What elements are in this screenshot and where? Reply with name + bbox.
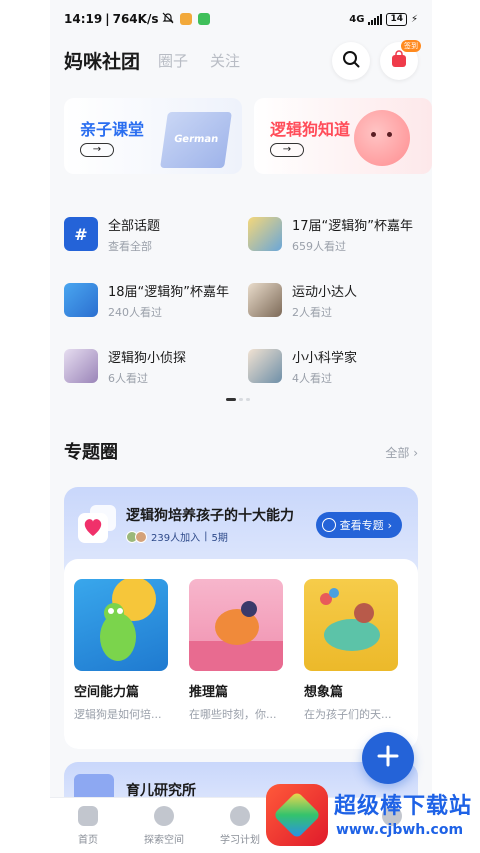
topic-item[interactable]: 小小科学家 4人看过	[248, 344, 418, 388]
subtopic-card[interactable]: 想象篇 在为孩子们的天...	[304, 579, 400, 722]
arrow-right-icon: →	[80, 143, 114, 157]
nav-label: 探索空间	[144, 835, 184, 846]
topic-thumbnail	[248, 349, 282, 383]
subtopic-desc: 在哪些时刻，你...	[189, 708, 277, 721]
status-speed: 764K/s	[112, 12, 159, 26]
hearts-icon	[74, 503, 120, 547]
banner-logic-dog[interactable]: 逻辑狗知道 →	[254, 98, 432, 174]
network-label: 4G	[349, 13, 365, 25]
nav-item-home[interactable]: 首页	[50, 798, 126, 853]
subtopic-desc: 逻辑狗是如何培...	[74, 708, 162, 721]
circle-card[interactable]: 逻辑狗培养孩子的十大能力 239人加入 | 5期 查看专题 › 空间能力篇 逻辑…	[64, 487, 418, 749]
watermark-url: www.cjbwh.com	[336, 822, 464, 838]
topic-thumbnail	[64, 349, 98, 383]
app-notification-icon	[198, 13, 211, 25]
topic-views: 4人看过	[292, 371, 332, 385]
view-topic-label: 查看专题	[339, 519, 384, 532]
page-indicator	[226, 398, 250, 401]
explore-icon	[154, 806, 174, 826]
topic-item[interactable]: 18届“逻辑狗”杯嘉年 240人看过	[64, 278, 234, 322]
home-icon	[78, 806, 98, 826]
view-all-label: 全部	[385, 446, 410, 460]
topic-item[interactable]: 17届“逻辑狗”杯嘉年 659人看过	[248, 212, 418, 256]
book-illustration: German	[160, 112, 232, 168]
gift-bag-icon	[391, 50, 407, 72]
checkin-button[interactable]: 签到	[380, 40, 421, 80]
eye-icon	[321, 518, 336, 532]
signal-icon	[368, 13, 383, 25]
checkin-badge: 签到	[401, 40, 421, 52]
tab-circles[interactable]: 圈子	[158, 50, 188, 71]
subtopic-card[interactable]: 推理篇 在哪些时刻，你...	[189, 579, 285, 722]
topic-views: 659人看过	[292, 239, 346, 253]
watermark: 超级棒下载站 www.cjbwh.com	[264, 782, 476, 850]
chevron-right-icon: ›	[413, 446, 418, 460]
subtopic-image	[189, 579, 283, 671]
member-count: 239人加入	[151, 533, 201, 544]
circle-meta: 239人加入 | 5期	[126, 529, 228, 544]
header: 妈咪社团 圈子 关注 签到	[64, 40, 421, 80]
section-title: 专题圈	[64, 442, 118, 463]
watermark-title: 超级棒下载站	[334, 794, 473, 819]
topic-views: 2人看过	[292, 305, 332, 319]
tab-following[interactable]: 关注	[210, 50, 240, 71]
topic-views: 查看全部	[108, 239, 152, 253]
subtopic-image	[304, 579, 398, 671]
topic-views: 240人看过	[108, 305, 162, 319]
page-title: 妈咪社团	[64, 50, 141, 73]
view-all-link[interactable]: 全部 ›	[385, 444, 418, 461]
study-plan-icon	[230, 806, 250, 826]
mascot-illustration	[354, 110, 410, 166]
topic-thumbnail	[64, 283, 98, 317]
issue-count: 5期	[211, 533, 228, 544]
view-topic-button[interactable]: 查看专题 ›	[315, 512, 402, 538]
subtopic-image	[74, 579, 168, 671]
arrow-right-icon: →	[270, 143, 304, 157]
hashtag-icon: #	[64, 217, 98, 251]
subtopic-desc: 在为孩子们的天...	[304, 708, 392, 721]
avatar	[135, 530, 147, 543]
nav-label: 首页	[78, 835, 98, 846]
app-screen: 14:19 | 764K/s 4G 14 ⚡ 妈咪社团 圈子 关注 签到 亲子课…	[50, 0, 432, 853]
topic-name: 运动小达人	[292, 284, 358, 300]
banner-title: 逻辑狗知道	[270, 120, 351, 139]
search-icon	[342, 50, 360, 72]
battery-icon: 14	[386, 12, 407, 26]
chevron-right-icon: ›	[387, 518, 392, 532]
status-time: 14:19	[64, 12, 103, 26]
topic-name: 17届“逻辑狗”杯嘉年	[292, 218, 414, 234]
bell-off-icon	[162, 12, 174, 27]
book-label: German	[173, 134, 220, 145]
battery-level: 14	[390, 13, 403, 24]
banner-parent-class[interactable]: 亲子课堂 → German	[64, 98, 242, 174]
topic-item[interactable]: 运动小达人 2人看过	[248, 278, 418, 322]
search-button[interactable]	[332, 42, 370, 80]
topic-name: 全部话题	[108, 218, 161, 234]
add-post-button[interactable]	[362, 732, 414, 784]
nav-label: 学习计划	[220, 835, 260, 846]
subtopic-card[interactable]: 空间能力篇 逻辑狗是如何培...	[74, 579, 170, 722]
topic-grid: # 全部话题查看全部 17届“逻辑狗”杯嘉年 659人看过 18届“逻辑狗”杯嘉年…	[64, 212, 424, 385]
circle-title: 逻辑狗培养孩子的十大能力	[126, 508, 294, 524]
banner-row: 亲子课堂 → German 逻辑狗知道 →	[64, 98, 432, 174]
topic-item[interactable]: # 全部话题查看全部	[64, 212, 234, 256]
banner-title: 亲子课堂	[80, 120, 145, 139]
subtopic-name: 空间能力篇	[74, 685, 140, 700]
topic-name: 18届“逻辑狗”杯嘉年	[108, 284, 230, 300]
topic-name: 逻辑狗小侦探	[108, 350, 187, 366]
notification-icon	[180, 13, 193, 25]
topic-thumbnail	[248, 217, 282, 251]
charging-icon: ⚡	[410, 13, 418, 25]
status-bar: 14:19 | 764K/s 4G 14 ⚡	[64, 12, 418, 27]
nav-item-explore[interactable]: 探索空间	[126, 798, 202, 853]
topic-views: 6人看过	[108, 371, 148, 385]
topic-item[interactable]: 逻辑狗小侦探 6人看过	[64, 344, 234, 388]
topic-name: 小小科学家	[292, 350, 358, 366]
subtopic-name: 想象篇	[304, 685, 344, 700]
plus-icon	[376, 744, 400, 772]
subtopic-name: 推理篇	[189, 685, 229, 700]
topic-thumbnail	[248, 283, 282, 317]
watermark-logo	[266, 784, 328, 846]
circle-subtopics: 空间能力篇 逻辑狗是如何培... 推理篇 在哪些时刻，你... 想象篇 在为孩子…	[64, 559, 418, 749]
